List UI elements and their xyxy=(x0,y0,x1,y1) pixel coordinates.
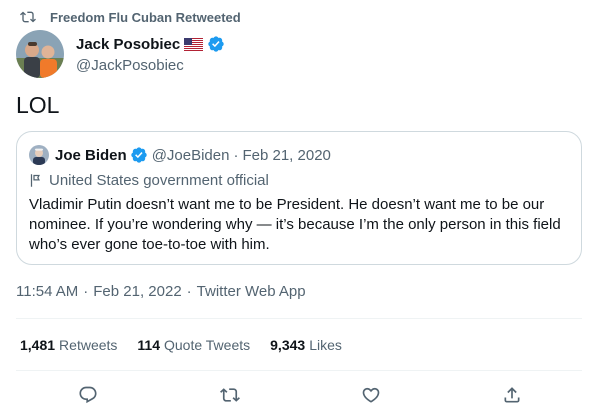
quoted-tweet-header: Joe Biden @JoeBiden · Feb 21, 2020 xyxy=(29,145,331,165)
retweet-icon xyxy=(220,388,240,402)
government-label-text: United States government official xyxy=(49,171,269,189)
share-button[interactable] xyxy=(500,383,524,407)
like-button[interactable] xyxy=(359,383,383,407)
retweet-icon xyxy=(20,11,36,23)
retweets-stat[interactable]: 1,481 Retweets xyxy=(20,337,117,353)
government-label: United States government official xyxy=(29,171,269,189)
quoted-tweet-body: Vladimir Putin doesn’t want me to be Pre… xyxy=(29,196,561,253)
separator-dot: · xyxy=(233,146,239,164)
tweet-date[interactable]: Feb 21, 2022 xyxy=(93,283,181,300)
quoted-tweet-card[interactable]: Joe Biden @JoeBiden · Feb 21, 2020 Unite… xyxy=(16,131,582,265)
retweets-label: Retweets xyxy=(59,337,118,353)
author-name[interactable]: Jack Posobiec xyxy=(76,36,180,53)
author-handle[interactable]: @JackPosobiec xyxy=(76,57,225,74)
quoted-author-handle: @JoeBiden xyxy=(151,146,230,164)
likes-count: 9,343 xyxy=(270,337,306,353)
quote-tweets-count: 114 xyxy=(137,337,160,353)
reply-button[interactable] xyxy=(76,383,100,407)
tweet-stats: 1,481 Retweets 114 Quote Tweets 9,343 Li… xyxy=(20,337,362,353)
retweet-context: Freedom Flu Cuban Retweeted xyxy=(16,8,241,26)
tweet-actions xyxy=(0,383,598,411)
heart-icon xyxy=(362,387,380,403)
tweet-author: Jack Posobiec @JackPosobiec xyxy=(16,30,225,78)
author-avatar[interactable] xyxy=(16,30,64,78)
separator-dot: · xyxy=(186,283,192,300)
retweets-count: 1,481 xyxy=(20,337,56,353)
tweet-source[interactable]: Twitter Web App xyxy=(197,283,306,300)
quoted-tweet-date: Feb 21, 2020 xyxy=(242,146,331,164)
us-flag-icon xyxy=(184,37,204,51)
tweet-text: LOL xyxy=(16,92,60,118)
retweeted-by-text[interactable]: Freedom Flu Cuban Retweeted xyxy=(50,10,241,25)
quote-tweets-stat[interactable]: 114 Quote Tweets xyxy=(137,337,250,353)
quote-tweets-label: Quote Tweets xyxy=(164,337,251,353)
likes-label: Likes xyxy=(309,337,342,353)
retweet-button[interactable] xyxy=(218,383,242,407)
quoted-author-avatar xyxy=(29,145,49,165)
separator-dot: · xyxy=(83,283,89,300)
likes-stat[interactable]: 9,343 Likes xyxy=(270,337,342,353)
divider xyxy=(16,370,582,371)
verified-badge-icon xyxy=(208,36,224,52)
tweet-meta: 11:54 AM · Feb 21, 2022 · Twitter Web Ap… xyxy=(16,283,306,300)
tweet-time[interactable]: 11:54 AM xyxy=(16,283,78,300)
divider xyxy=(16,318,582,319)
flag-outline-icon xyxy=(30,173,40,187)
verified-badge-icon xyxy=(131,147,147,163)
share-icon xyxy=(504,387,520,403)
reply-icon xyxy=(79,386,97,404)
quoted-author-name: Joe Biden xyxy=(55,146,127,164)
